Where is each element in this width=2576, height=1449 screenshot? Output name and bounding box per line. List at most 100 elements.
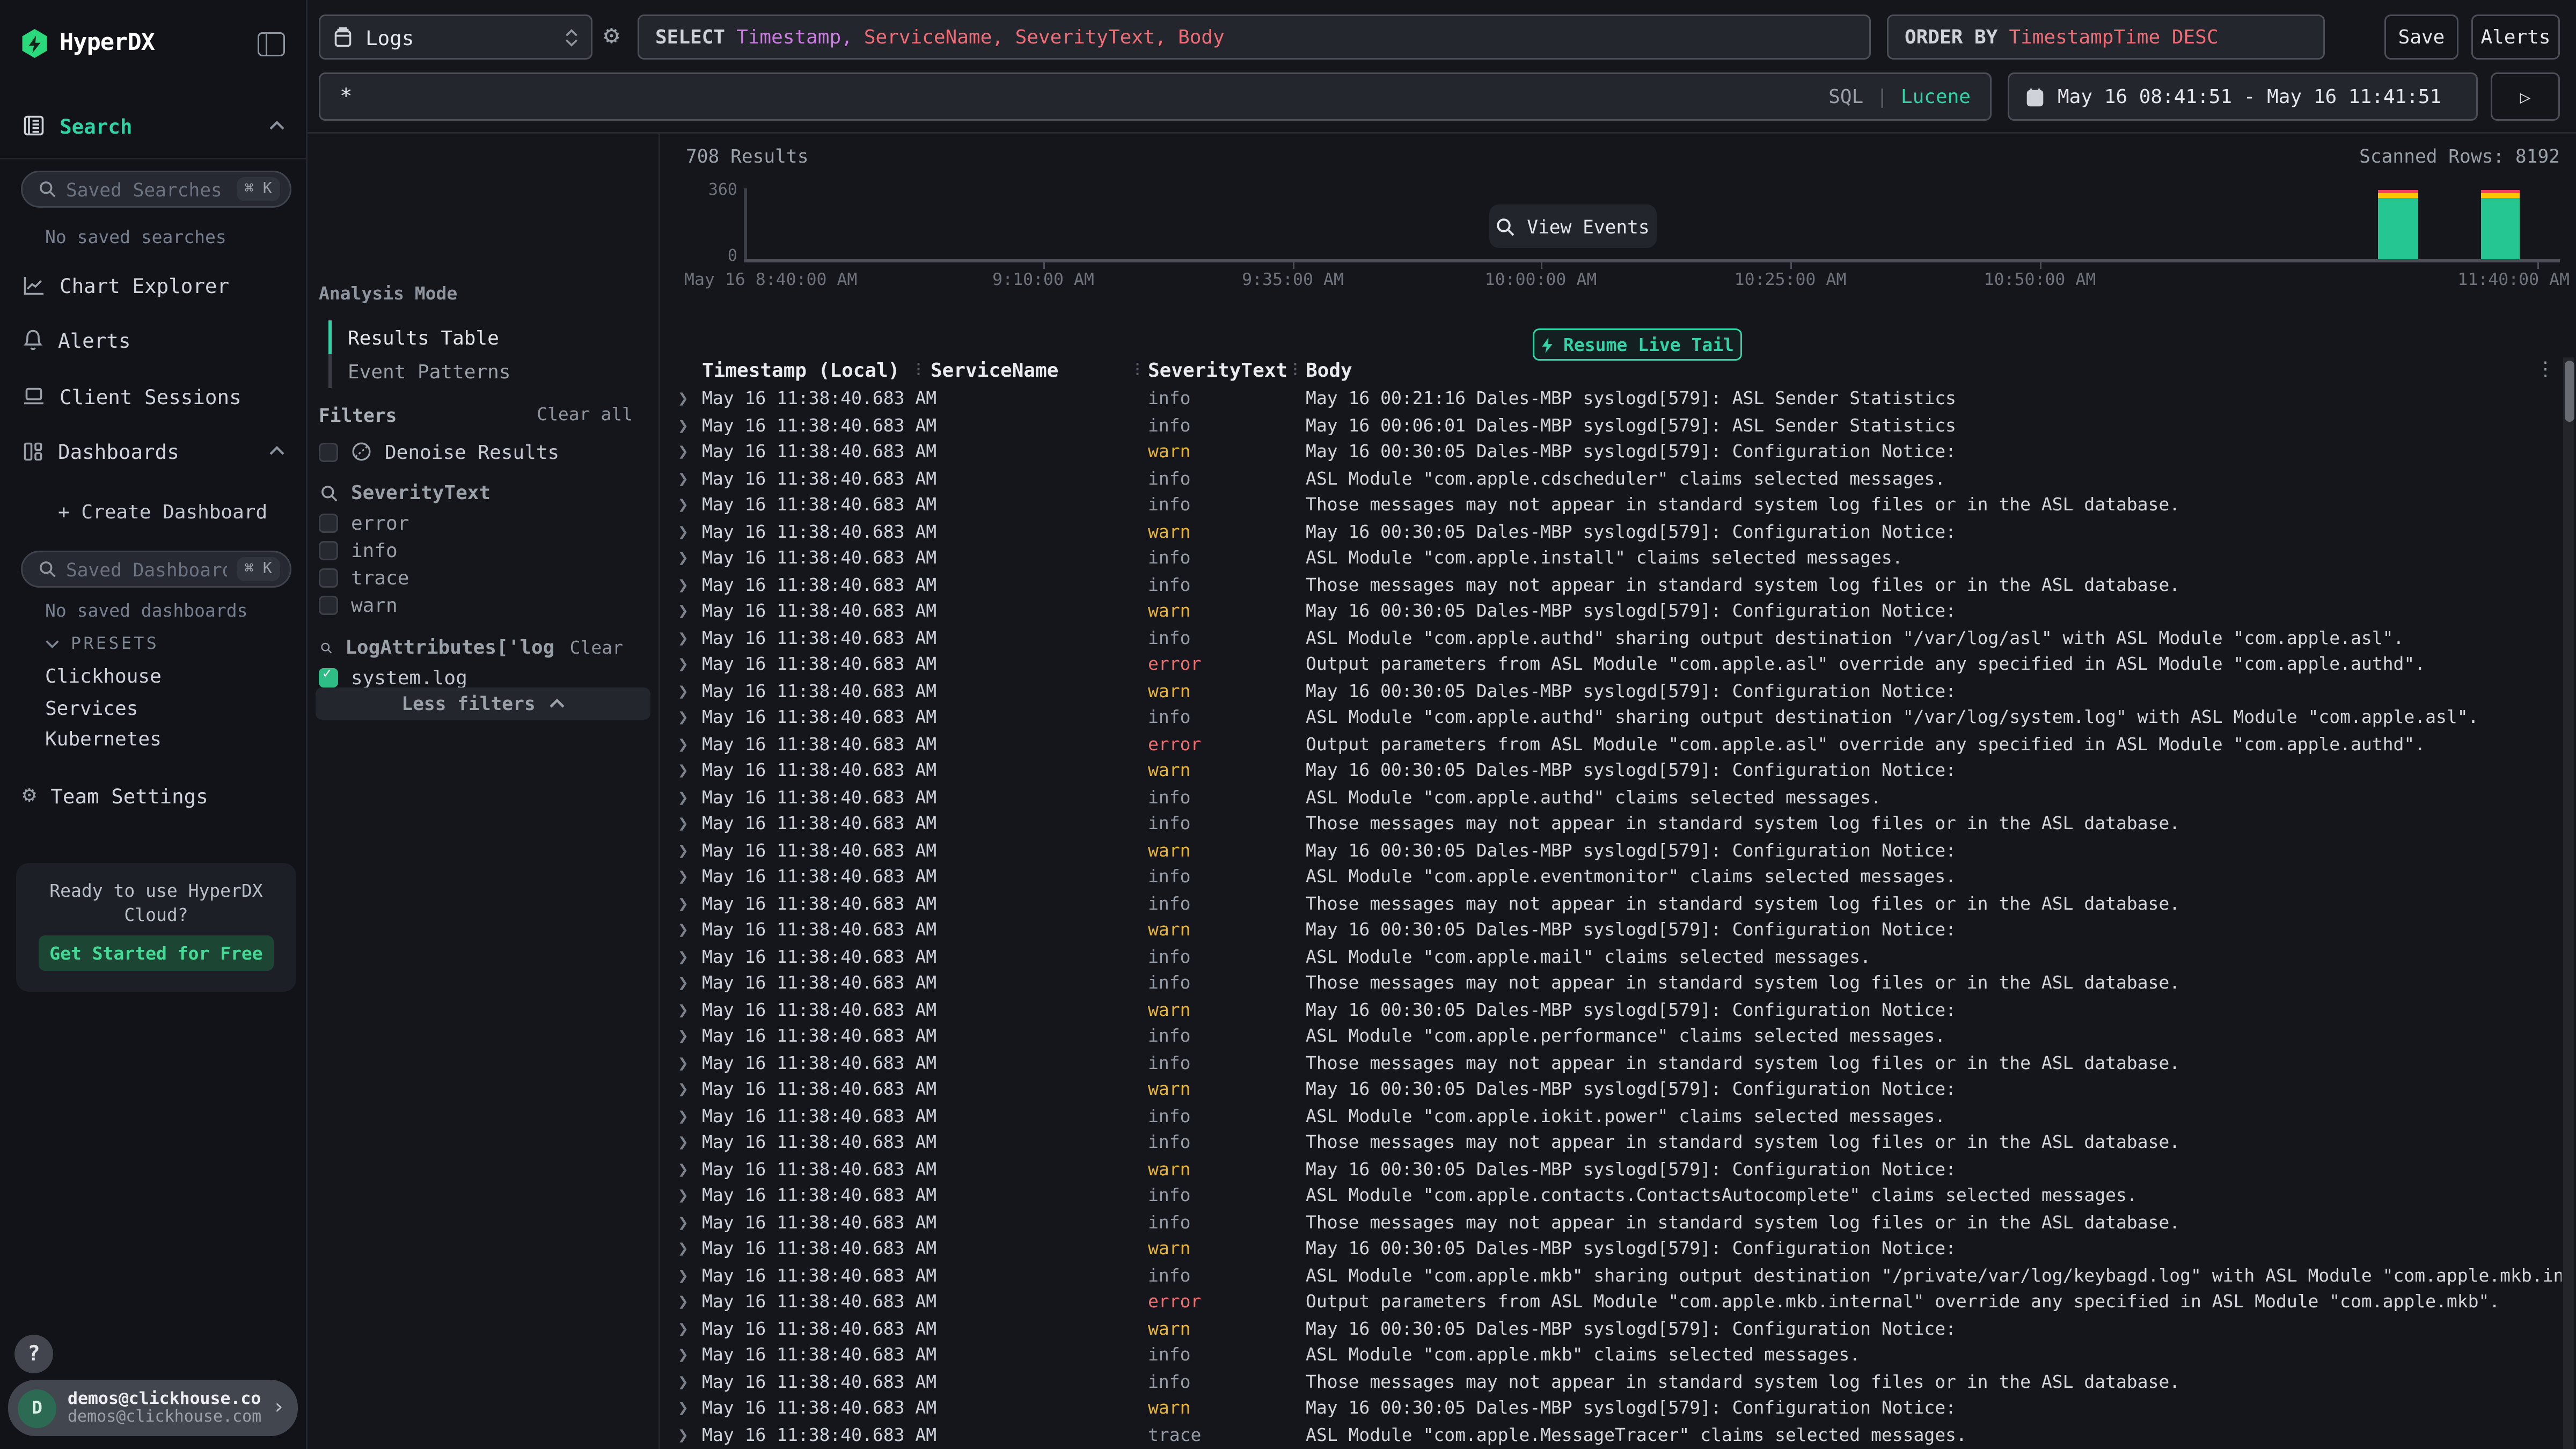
table-row[interactable]: ❯May 16 11:38:40.683 AMinfoThose message…	[660, 493, 2570, 519]
filter-option-system-log[interactable]: system.log	[319, 665, 467, 689]
severity-filter-option[interactable]: error	[319, 510, 409, 535]
row-expand-chevron-icon[interactable]: ❯	[678, 680, 689, 701]
table-row[interactable]: ❯May 16 11:38:40.683 AMinfoASL Module "c…	[660, 466, 2570, 493]
table-row[interactable]: ❯May 16 11:38:40.683 AMwarnMay 16 00:30:…	[660, 1236, 2570, 1263]
table-row[interactable]: ❯May 16 11:38:40.683 AMwarnMay 16 00:30:…	[660, 1316, 2570, 1343]
row-expand-chevron-icon[interactable]: ❯	[678, 1185, 689, 1206]
table-row[interactable]: ❯May 16 11:38:40.683 AMwarnMay 16 00:30:…	[660, 758, 2570, 785]
row-expand-chevron-icon[interactable]: ❯	[678, 1052, 689, 1073]
saved-dashboards-input[interactable]: Saved Dashboards ⌘ K	[21, 551, 291, 588]
row-expand-chevron-icon[interactable]: ❯	[678, 840, 689, 861]
unchecked-checkbox[interactable]	[319, 540, 338, 560]
table-row[interactable]: ❯May 16 11:38:40.683 AMinfoASL Module "c…	[660, 1343, 2570, 1370]
row-expand-chevron-icon[interactable]: ❯	[678, 441, 689, 462]
column-header-body[interactable]: Body	[1306, 359, 1352, 382]
table-row[interactable]: ❯May 16 11:38:40.683 AMinfoASL Module "c…	[660, 1183, 2570, 1210]
order-by-input[interactable]: ORDER BY TimestampTime DESC	[1887, 14, 2325, 60]
view-events-button[interactable]: View Events	[1489, 204, 1657, 248]
row-expand-chevron-icon[interactable]: ❯	[678, 813, 689, 834]
clear-all-filters-button[interactable]: Clear all	[537, 404, 633, 425]
table-row[interactable]: ❯May 16 11:38:40.683 AMwarnMay 16 00:30:…	[660, 838, 2570, 865]
saved-searches-input[interactable]: Saved Searches ⌘ K	[21, 171, 291, 208]
unchecked-checkbox[interactable]	[319, 513, 338, 532]
run-query-button[interactable]: ▷	[2491, 72, 2560, 121]
time-range-picker[interactable]: May 16 08:41:51 - May 16 11:41:51	[2008, 72, 2478, 121]
sidebar-item-chart-explorer[interactable]: Chart Explorer	[0, 267, 306, 303]
scrollbar-thumb[interactable]	[2564, 361, 2574, 422]
source-settings-gear-icon[interactable]: ⚙	[604, 23, 619, 48]
checked-checkbox[interactable]	[319, 668, 338, 687]
row-expand-chevron-icon[interactable]: ❯	[678, 521, 689, 542]
row-expand-chevron-icon[interactable]: ❯	[678, 1079, 689, 1100]
sidebar-collapse-icon[interactable]	[258, 32, 285, 56]
row-expand-chevron-icon[interactable]: ❯	[678, 1318, 689, 1339]
analysis-mode-tab[interactable]: Results Table	[328, 320, 510, 354]
severity-filter-option[interactable]: warn	[319, 594, 398, 618]
sidebar-item-alerts[interactable]: Alerts	[0, 322, 306, 357]
column-header-severitytext[interactable]: SeverityText	[1148, 359, 1287, 382]
create-dashboard-button[interactable]: + Create Dashboard	[0, 494, 306, 530]
less-filters-button[interactable]: Less filters	[316, 687, 650, 720]
row-expand-chevron-icon[interactable]: ❯	[678, 999, 689, 1020]
table-row[interactable]: ❯May 16 11:38:40.683 AMwarnMay 16 00:30:…	[660, 1157, 2570, 1184]
sidebar-item-team-settings[interactable]: ⚙ Team Settings	[0, 778, 306, 813]
user-menu[interactable]: D demos@clickhouse.com demos@clickhouse.…	[8, 1380, 298, 1436]
table-row[interactable]: ❯May 16 11:38:40.683 AMinfoASL Module "c…	[660, 1104, 2570, 1131]
row-expand-chevron-icon[interactable]: ❯	[678, 654, 689, 675]
table-row[interactable]: ❯May 16 11:38:40.683 AMinfoThose message…	[660, 1370, 2570, 1396]
table-row[interactable]: ❯May 16 11:38:40.683 AMinfoThose message…	[660, 971, 2570, 998]
row-expand-chevron-icon[interactable]: ❯	[678, 1424, 689, 1445]
table-row[interactable]: ❯May 16 11:38:40.683 AMinfoASL Module "c…	[660, 546, 2570, 573]
row-expand-chevron-icon[interactable]: ❯	[678, 734, 689, 755]
table-row[interactable]: ❯May 16 11:38:40.683 AMwarnMay 16 00:30:…	[660, 679, 2570, 706]
table-row[interactable]: ❯May 16 11:38:40.683 AMtraceASL Module "…	[660, 1423, 2570, 1449]
table-row[interactable]: ❯May 16 11:38:40.683 AMwarnMay 16 00:30:…	[660, 1396, 2570, 1423]
language-toggle-sql[interactable]: SQL	[1828, 85, 1863, 108]
table-row[interactable]: ❯May 16 11:38:40.683 AMinfoThose message…	[660, 1210, 2570, 1237]
table-row[interactable]: ❯May 16 11:38:40.683 AMwarnMay 16 00:30:…	[660, 1077, 2570, 1104]
row-expand-chevron-icon[interactable]: ❯	[678, 1265, 689, 1286]
sidebar-item-dashboards[interactable]: Dashboards	[0, 433, 306, 469]
row-expand-chevron-icon[interactable]: ❯	[678, 1212, 689, 1233]
row-expand-chevron-icon[interactable]: ❯	[678, 1106, 689, 1126]
sidebar-preset-item[interactable]: Kubernetes	[45, 728, 162, 750]
table-row[interactable]: ❯May 16 11:38:40.683 AMerrorOutput param…	[660, 1290, 2570, 1316]
row-expand-chevron-icon[interactable]: ❯	[678, 1291, 689, 1312]
table-row[interactable]: ❯May 16 11:38:40.683 AMwarnMay 16 00:30:…	[660, 440, 2570, 466]
select-columns-input[interactable]: SELECT Timestamp, ServiceName, SeverityT…	[638, 14, 1871, 60]
sidebar-preset-item[interactable]: Services	[45, 697, 138, 719]
search-icon[interactable]	[320, 484, 338, 502]
table-row[interactable]: ❯May 16 11:38:40.683 AMinfoASL Module "c…	[660, 785, 2570, 812]
row-expand-chevron-icon[interactable]: ❯	[678, 415, 689, 436]
table-row[interactable]: ❯May 16 11:38:40.683 AMinfoASL Module "c…	[660, 1263, 2570, 1290]
table-row[interactable]: ❯May 16 11:38:40.683 AMinfoASL Module "c…	[660, 1024, 2570, 1051]
save-button[interactable]: Save	[2384, 14, 2458, 60]
row-expand-chevron-icon[interactable]: ❯	[678, 787, 689, 808]
row-expand-chevron-icon[interactable]: ❯	[678, 601, 689, 621]
row-expand-chevron-icon[interactable]: ❯	[678, 1397, 689, 1418]
sidebar-item-client-sessions[interactable]: Client Sessions	[0, 378, 306, 414]
row-expand-chevron-icon[interactable]: ❯	[678, 1159, 689, 1180]
table-options-kebab-icon[interactable]: ⋮	[2536, 357, 2555, 380]
table-row[interactable]: ❯May 16 11:38:40.683 AMinfoASL Module "c…	[660, 705, 2570, 732]
table-row[interactable]: ❯May 16 11:38:40.683 AMinfoMay 16 00:06:…	[660, 413, 2570, 440]
row-expand-chevron-icon[interactable]: ❯	[678, 972, 689, 993]
table-scrollbar[interactable]	[2563, 357, 2574, 1449]
row-expand-chevron-icon[interactable]: ❯	[678, 627, 689, 648]
chevron-up-icon[interactable]	[269, 446, 285, 456]
source-select[interactable]: Logs	[319, 14, 592, 60]
language-toggle-lucene[interactable]: Lucene	[1901, 85, 1971, 108]
table-row[interactable]: ❯May 16 11:38:40.683 AMwarnMay 16 00:30:…	[660, 519, 2570, 546]
row-expand-chevron-icon[interactable]: ❯	[678, 1238, 689, 1259]
table-row[interactable]: ❯May 16 11:38:40.683 AMinfoThose message…	[660, 573, 2570, 599]
table-row[interactable]: ❯May 16 11:38:40.683 AMinfoThose message…	[660, 1130, 2570, 1157]
table-row[interactable]: ❯May 16 11:38:40.683 AMwarnMay 16 00:30:…	[660, 599, 2570, 626]
row-expand-chevron-icon[interactable]: ❯	[678, 1344, 689, 1365]
severity-filter-option[interactable]: trace	[319, 566, 409, 590]
row-expand-chevron-icon[interactable]: ❯	[678, 574, 689, 595]
table-row[interactable]: ❯May 16 11:38:40.683 AMinfoASL Module "c…	[660, 626, 2570, 653]
table-row[interactable]: ❯May 16 11:38:40.683 AMwarnMay 16 00:30:…	[660, 998, 2570, 1024]
sidebar-preset-item[interactable]: Clickhouse	[45, 665, 162, 687]
table-row[interactable]: ❯May 16 11:38:40.683 AMinfoThose message…	[660, 811, 2570, 838]
unchecked-checkbox[interactable]	[319, 568, 338, 588]
